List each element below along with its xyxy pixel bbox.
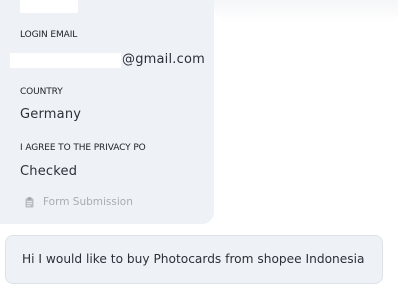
privacy-agreement-value: Checked [20,164,78,179]
country-label: COUNTRY [20,87,63,97]
chat-area-top-shadow [214,0,398,22]
country-value: Germany [20,107,82,122]
email-domain: @gmail.com [122,52,206,67]
chat-message-text: Hi I would like to buy Photocards from s… [22,252,365,266]
privacy-agreement-label: I AGREE TO THE PRIVACY PO [20,143,146,153]
chat-message-bubble: Hi I would like to buy Photocards from s… [5,235,383,284]
redacted-email-username [10,53,121,68]
login-email-label: LOGIN EMAIL [20,30,78,40]
form-submission-label: Form Submission [43,196,133,208]
clipboard-icon [25,196,34,207]
login-email-value: @gmail.com [10,51,210,69]
form-submission-footer: Form Submission [25,195,133,209]
form-submission-card: LOGIN EMAIL @gmail.com COUNTRY Germany I… [0,0,214,224]
redacted-area [20,0,78,13]
